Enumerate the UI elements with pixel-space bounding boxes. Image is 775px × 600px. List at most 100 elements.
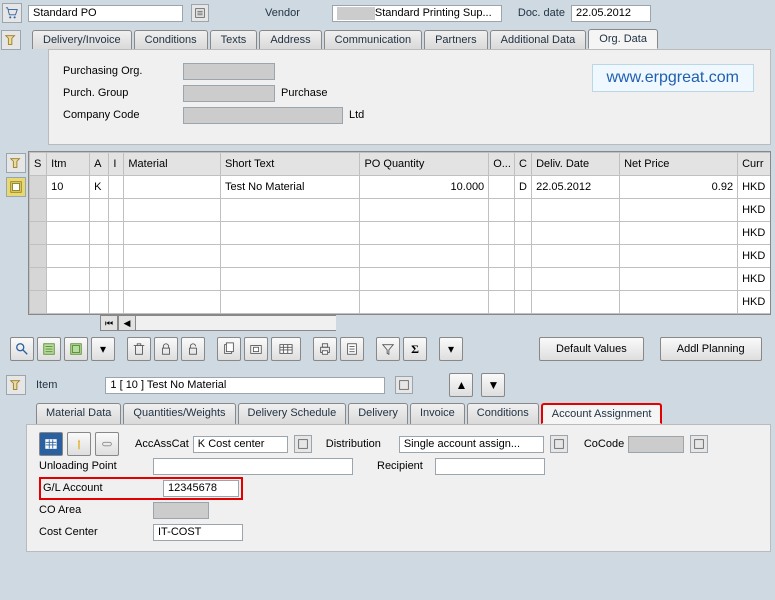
- col-po-qty[interactable]: PO Quantity: [360, 153, 489, 176]
- grid-config-icon[interactable]: [271, 337, 301, 361]
- table-row[interactable]: HKD: [30, 245, 772, 268]
- cost-center-field[interactable]: IT-COST: [153, 524, 243, 541]
- expand-icon[interactable]: [1, 30, 21, 50]
- tab-communication[interactable]: Communication: [324, 30, 422, 49]
- recipient-label: Recipient: [377, 460, 423, 472]
- cocode-field[interactable]: [628, 436, 684, 453]
- col-short-text[interactable]: Short Text: [220, 153, 359, 176]
- col-net-price[interactable]: Net Price: [620, 153, 738, 176]
- vendor-value: Standard Printing Sup...: [375, 7, 492, 19]
- po-type-field[interactable]: Standard PO: [28, 5, 183, 22]
- copy-icon[interactable]: [217, 337, 241, 361]
- tab-delivery-schedule[interactable]: Delivery Schedule: [238, 403, 347, 424]
- doc-date-value: 22.05.2012: [576, 7, 631, 19]
- prev-item-icon[interactable]: ▲: [449, 373, 473, 397]
- table-view-icon[interactable]: [39, 432, 63, 456]
- filter-icon[interactable]: [376, 337, 400, 361]
- tab-conditions-2[interactable]: Conditions: [467, 403, 539, 424]
- tab-partners[interactable]: Partners: [424, 30, 488, 49]
- expand-item-icon[interactable]: [6, 375, 26, 395]
- po-type-value: Standard PO: [33, 7, 97, 19]
- tab-additional-data[interactable]: Additional Data: [490, 30, 587, 49]
- table-row[interactable]: HKD: [30, 199, 772, 222]
- erpgreat-link[interactable]: www.erpgreat.com: [592, 64, 755, 92]
- col-c[interactable]: C: [514, 153, 531, 176]
- grid-header-row: S Itm A I Material Short Text PO Quantit…: [30, 153, 772, 176]
- dropdown-icon[interactable]: [191, 4, 209, 22]
- accasscat-field[interactable]: K Cost center: [193, 436, 288, 453]
- company-code-suffix: Ltd: [349, 109, 364, 121]
- gl-account-label: G/L Account: [43, 482, 147, 494]
- tab-address[interactable]: Address: [259, 30, 321, 49]
- distribution-help-icon[interactable]: [550, 435, 568, 453]
- settings-icon[interactable]: ▾: [439, 337, 463, 361]
- purchasing-org-field[interactable]: [183, 63, 275, 80]
- table-row[interactable]: 10KTest No Material10.000D22.05.20120.92…: [30, 176, 772, 199]
- export-icon[interactable]: [340, 337, 364, 361]
- table-row[interactable]: HKD: [30, 268, 772, 291]
- scroll-left-end-icon[interactable]: ⏮: [100, 315, 118, 331]
- account-assignment-panel: AccAssCat K Cost center Distribution Sin…: [26, 424, 771, 552]
- tab-delivery-invoice[interactable]: Delivery/Invoice: [32, 30, 132, 49]
- col-i[interactable]: I: [109, 153, 124, 176]
- toggle-icon[interactable]: [95, 432, 119, 456]
- tab-conditions[interactable]: Conditions: [134, 30, 208, 49]
- doc-date-label: Doc. date: [518, 7, 565, 19]
- purch-group-suffix: Purchase: [281, 87, 327, 99]
- tab-texts[interactable]: Texts: [210, 30, 258, 49]
- vendor-field[interactable]: Standard Printing Sup...: [332, 5, 502, 22]
- candle-icon[interactable]: [67, 432, 91, 456]
- recipient-field[interactable]: [435, 458, 545, 475]
- items-grid: S Itm A I Material Short Text PO Quantit…: [28, 151, 771, 315]
- tab-delivery[interactable]: Delivery: [348, 403, 408, 424]
- select-all-icon[interactable]: [6, 177, 26, 197]
- tab-invoice[interactable]: Invoice: [410, 403, 465, 424]
- org-data-panel: www.erpgreat.com Purchasing Org. Purch. …: [48, 49, 771, 145]
- tab-quantities-weights[interactable]: Quantities/Weights: [123, 403, 235, 424]
- lock-icon[interactable]: [154, 337, 178, 361]
- unloading-point-field[interactable]: [153, 458, 353, 475]
- copy2-icon[interactable]: [244, 337, 268, 361]
- table-row[interactable]: HKD: [30, 222, 772, 245]
- scroll-track[interactable]: [136, 315, 336, 331]
- company-code-field[interactable]: [183, 107, 343, 124]
- accasscat-help-icon[interactable]: [294, 435, 312, 453]
- detail1-icon[interactable]: [37, 337, 61, 361]
- co-area-field[interactable]: [153, 502, 209, 519]
- default-values-button[interactable]: Default Values: [539, 337, 644, 361]
- find-icon[interactable]: [10, 337, 34, 361]
- expand-items-icon[interactable]: [6, 153, 26, 173]
- gl-account-field[interactable]: 12345678: [163, 480, 239, 497]
- col-s[interactable]: S: [30, 153, 47, 176]
- delete-icon[interactable]: [127, 337, 151, 361]
- col-curr[interactable]: Curr: [738, 153, 771, 176]
- doc-date-field[interactable]: 22.05.2012: [571, 5, 651, 22]
- tab-account-assignment[interactable]: Account Assignment: [541, 403, 663, 424]
- unlock-icon[interactable]: [181, 337, 205, 361]
- menu-icon[interactable]: ▾: [91, 337, 115, 361]
- tab-org-data[interactable]: Org. Data: [588, 29, 658, 49]
- col-deliv-date[interactable]: Deliv. Date: [532, 153, 620, 176]
- item-dropdown-icon[interactable]: [395, 376, 413, 394]
- print-icon[interactable]: [313, 337, 337, 361]
- purch-group-field[interactable]: [183, 85, 275, 102]
- tab-material-data[interactable]: Material Data: [36, 403, 121, 424]
- cart-icon[interactable]: [2, 3, 22, 23]
- col-a[interactable]: A: [90, 153, 109, 176]
- table-row[interactable]: HKD: [30, 291, 772, 314]
- next-item-icon[interactable]: ▼: [481, 373, 505, 397]
- addl-planning-button[interactable]: Addl Planning: [660, 337, 762, 361]
- item-label: Item: [36, 379, 57, 391]
- detail2-icon[interactable]: [64, 337, 88, 361]
- sum-icon[interactable]: Σ: [403, 337, 427, 361]
- item-select-value: 1 [ 10 ] Test No Material: [110, 379, 226, 391]
- col-material[interactable]: Material: [124, 153, 221, 176]
- col-o[interactable]: O...: [489, 153, 515, 176]
- scroll-left-icon[interactable]: ◀: [118, 315, 136, 331]
- accasscat-label: AccAssCat: [135, 438, 189, 450]
- col-itm[interactable]: Itm: [47, 153, 90, 176]
- distribution-field[interactable]: Single account assign...: [399, 436, 544, 453]
- item-select-field[interactable]: 1 [ 10 ] Test No Material: [105, 377, 385, 394]
- cocode-help-icon[interactable]: [690, 435, 708, 453]
- vendor-label: Vendor: [265, 7, 300, 19]
